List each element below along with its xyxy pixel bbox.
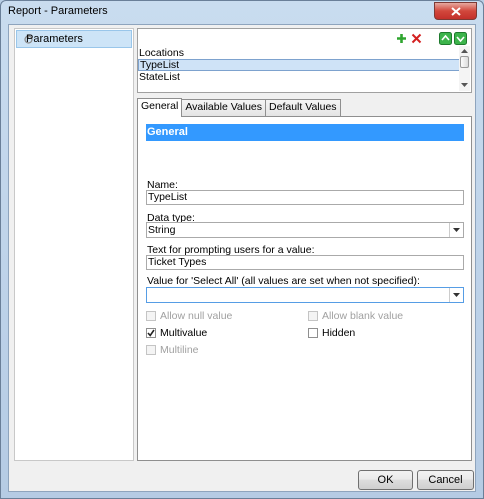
list-scrollbar[interactable] [459,46,470,91]
arrow-up-icon [439,32,452,45]
delete-parameter-button[interactable] [410,32,423,45]
parameter-editor: Locations TypeList StateList General Ava… [137,28,472,461]
nav-item-parameters[interactable]: Parameters [16,30,132,48]
multivalue-label: Multivalue [160,327,208,339]
multiline-checkbox[interactable]: Multiline [146,344,199,356]
tab-default-values[interactable]: Default Values [265,99,341,116]
datatype-value: String [148,224,176,236]
multivalue-checkbox[interactable]: Multivalue [146,327,207,339]
plus-icon [397,34,406,43]
chevron-down-icon[interactable] [449,288,463,302]
general-tab-panel: General Name: TypeList Data type: String… [137,116,472,461]
hidden-label: Hidden [322,327,356,339]
list-item[interactable]: StateList [138,71,460,83]
tab-general[interactable]: General [137,98,183,117]
list-item-selected[interactable]: TypeList [138,59,460,71]
checkbox-box [308,311,318,321]
nav-panel: Parameters [14,28,134,461]
triangle-up-icon [461,48,468,53]
checkbox-box [146,345,156,355]
list-toolbar [395,32,467,45]
selectall-select[interactable] [146,287,464,303]
close-button[interactable] [434,2,477,20]
hidden-checkbox[interactable]: Hidden [308,327,355,339]
multiline-label: Multiline [160,344,199,356]
chevron-down-icon[interactable] [449,223,463,237]
checkbox-box [308,328,318,338]
window-title: Report - Parameters [8,5,108,17]
list-rows: Locations TypeList StateList [138,47,460,83]
selectall-label: Value for 'Select All' (all values are s… [147,275,420,287]
nav-item-label: Parameters [26,33,83,45]
allow-null-label: Allow null value [160,310,233,322]
prompt-field[interactable]: Ticket Types [146,255,464,270]
tab-strip: General Available Values Default Values [137,98,341,117]
list-item[interactable]: Locations [138,47,460,59]
section-header: General [146,124,464,141]
delete-icon [411,33,422,44]
allow-null-checkbox[interactable]: Allow null value [146,310,232,322]
ok-button[interactable]: OK [358,470,413,490]
scroll-down-arrow[interactable] [459,80,470,89]
dialog-client: Parameters Locations TypeList StateList … [8,24,476,492]
scroll-thumb[interactable] [460,56,469,68]
name-field[interactable]: TypeList [146,190,464,205]
parameters-list[interactable]: Locations TypeList StateList [137,28,472,93]
dialog-window: Report - Parameters Parameters Locations… [0,0,484,499]
close-icon [450,6,461,16]
title-bar[interactable]: Report - Parameters [1,1,483,23]
scroll-up-arrow[interactable] [459,46,470,55]
checkbox-box [146,328,156,338]
checkmark-icon [147,329,155,337]
move-up-button[interactable] [439,32,452,45]
move-down-button[interactable] [454,32,467,45]
datatype-select[interactable]: String [146,222,464,238]
checkbox-box [146,311,156,321]
triangle-down-icon [461,82,468,87]
arrow-down-icon [454,32,467,45]
allow-blank-label: Allow blank value [322,310,404,322]
add-parameter-button[interactable] [395,32,408,45]
cancel-button[interactable]: Cancel [417,470,474,490]
allow-blank-checkbox[interactable]: Allow blank value [308,310,403,322]
tab-available-values[interactable]: Available Values [181,99,267,116]
